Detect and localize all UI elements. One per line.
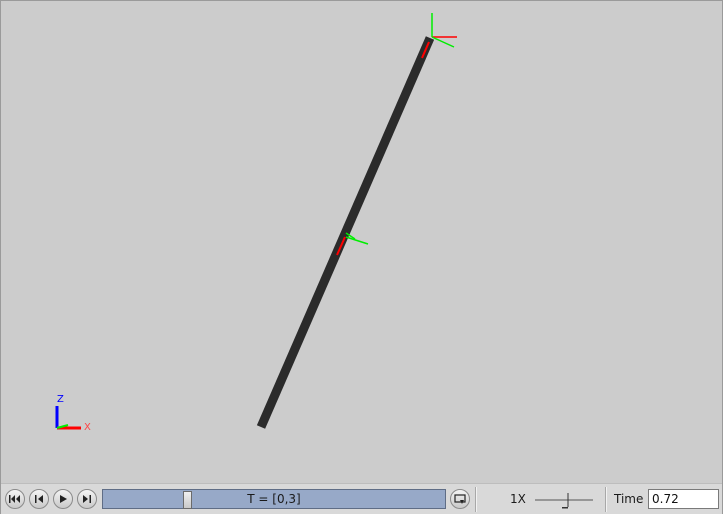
triad-z-label: Z — [57, 394, 64, 405]
toolbar-separator — [475, 487, 477, 512]
speed-slider[interactable] — [535, 490, 595, 510]
step-back-button[interactable] — [29, 489, 49, 509]
time-input[interactable] — [648, 489, 719, 509]
play-icon — [60, 495, 67, 503]
skip-start-icon — [9, 495, 20, 503]
triad-x-label: X — [84, 422, 91, 433]
time-slider-thumb[interactable] — [183, 491, 192, 509]
mid-frame-green-b — [345, 236, 369, 245]
top-frame-y-axis — [431, 36, 455, 48]
time-slider[interactable]: T = [0,3] — [102, 489, 446, 509]
scene-canvas: Z X — [55, 13, 457, 433]
skip-to-start-button[interactable] — [5, 489, 25, 509]
step-forward-icon — [83, 495, 91, 503]
speed-label: 1X — [510, 492, 526, 506]
animation-window: Z X T = [0,3] 1X Time 0.72 — [0, 0, 723, 514]
time-label: Time — [614, 492, 644, 506]
time-range-label: T = [0,3] — [247, 492, 301, 506]
playback-toolbar: T = [0,3] 1X Time — [1, 483, 722, 514]
loop-icon — [454, 494, 466, 504]
loop-button[interactable] — [450, 489, 470, 509]
play-button[interactable] — [53, 489, 73, 509]
step-back-icon — [35, 495, 43, 503]
rod-link — [256, 36, 435, 429]
3d-viewport[interactable]: Z X — [4, 4, 720, 482]
world-axis-triad: Z X — [55, 394, 91, 433]
step-forward-button[interactable] — [77, 489, 97, 509]
toolbar-separator — [605, 487, 607, 512]
